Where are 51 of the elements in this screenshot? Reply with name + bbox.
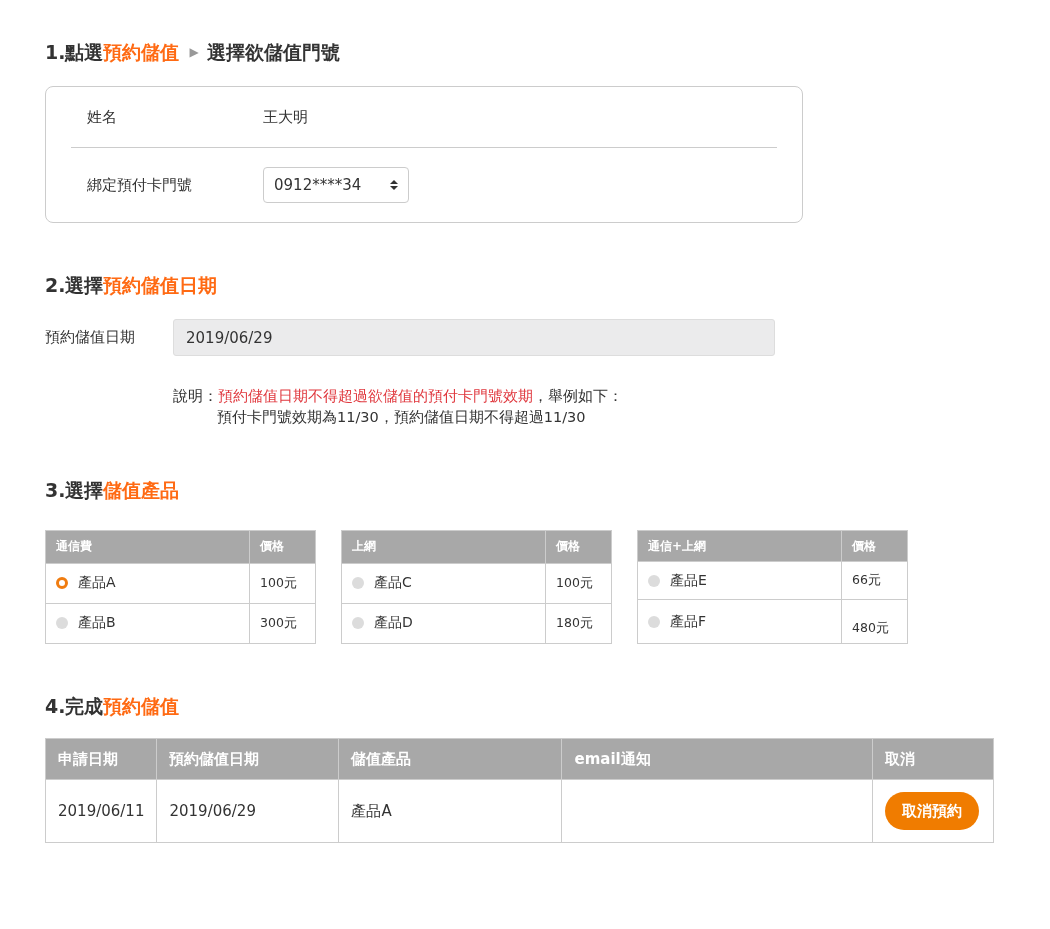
table-header: 預約儲值日期 — [156, 738, 339, 780]
table-cell: 2019/06/29 — [156, 779, 339, 843]
table-cell: 300元 — [249, 603, 316, 644]
section-heading: 2.選擇 — [45, 273, 104, 298]
table-cell: 180元 — [545, 603, 612, 644]
field-label: 綁定預付卡門號 — [87, 175, 193, 195]
note-text: 預付卡門號效期為11/30，預約儲值日期不得超過11/30 — [216, 408, 587, 427]
table-header: email通知 — [561, 738, 873, 780]
section-heading: 預約儲值 — [103, 40, 180, 65]
table-header: 價格 — [841, 530, 908, 562]
number-select[interactable]: 0912****34 — [263, 167, 409, 203]
table-cell: 產品A — [338, 779, 562, 843]
table-header: 申請日期 — [45, 738, 157, 780]
field-label: 預約儲值日期 — [45, 328, 136, 347]
product-name: 產品E — [670, 571, 707, 590]
table-cell: 66元 — [841, 561, 908, 600]
table-cell: 100元 — [545, 563, 612, 604]
table-header: 價格 — [249, 530, 316, 564]
product-name: 產品C — [374, 574, 412, 593]
product-name: 產品D — [374, 614, 413, 633]
table-cell: 100元 — [249, 563, 316, 604]
table-header: 通信+上網 — [637, 530, 842, 562]
field-label: 姓名 — [87, 107, 118, 127]
radio-button[interactable] — [648, 615, 660, 628]
product-name: 產品A — [78, 574, 116, 593]
section-heading: 預約儲值 — [103, 694, 180, 719]
table-header: 價格 — [545, 530, 612, 564]
section-heading: 儲值產品 — [103, 478, 180, 503]
radio-button[interactable] — [56, 617, 68, 630]
product-name: 產品B — [78, 614, 116, 633]
field-value: 王大明 — [263, 107, 308, 127]
radio-button[interactable] — [56, 577, 68, 590]
date-field[interactable]: 2019/06/29 — [173, 319, 775, 356]
radio-button[interactable] — [352, 617, 364, 630]
note-text: 說明：預約儲值日期不得超過欲儲值的預付卡門號效期，舉例如下： — [173, 387, 624, 406]
table-cell: 2019/06/11 — [45, 779, 157, 843]
section-heading: 3.選擇 — [45, 478, 104, 503]
radio-button[interactable] — [648, 574, 660, 587]
product-name: 產品F — [670, 612, 707, 631]
table-header: 儲值產品 — [338, 738, 562, 780]
sort-arrows-icon — [390, 180, 398, 190]
radio-button[interactable] — [352, 577, 364, 590]
table-header: 取消 — [872, 738, 994, 780]
section-heading: 4.完成 — [45, 694, 104, 719]
section-heading: 1.點選 — [45, 40, 104, 65]
arrow-icon: ▶ — [189, 38, 199, 66]
section-heading: 預約儲值日期 — [103, 273, 218, 298]
table-cell: 480元 — [841, 599, 908, 644]
section-heading: 選擇欲儲值門號 — [206, 40, 340, 65]
table-header: 上網 — [341, 530, 546, 564]
table-header: 通信費 — [45, 530, 250, 564]
